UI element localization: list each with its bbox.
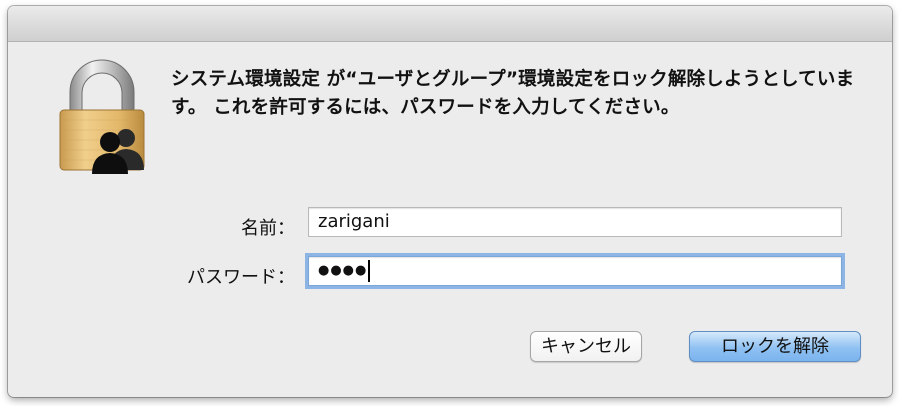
cancel-button[interactable]: キャンセル [530, 331, 642, 362]
unlock-button[interactable]: ロックを解除 [689, 331, 861, 362]
text-caret [368, 260, 371, 282]
name-field[interactable]: zarigani [308, 207, 842, 237]
dialog-message: システム環境設定 が“ユーザとグループ”環境設定をロック解除しようとしています。… [171, 69, 855, 118]
password-label: パスワード： [187, 267, 295, 288]
password-field[interactable]: ●●●● [308, 256, 842, 286]
name-label: 名前： [241, 218, 295, 239]
lock-with-users-icon [52, 58, 152, 176]
name-field-value: zarigani [318, 211, 390, 232]
authentication-dialog: システム環境設定 が“ユーザとグループ”環境設定をロック解除しようとしています。… [8, 6, 892, 397]
dialog-titlebar [8, 6, 892, 42]
password-field-value: ●●●● [318, 263, 368, 278]
